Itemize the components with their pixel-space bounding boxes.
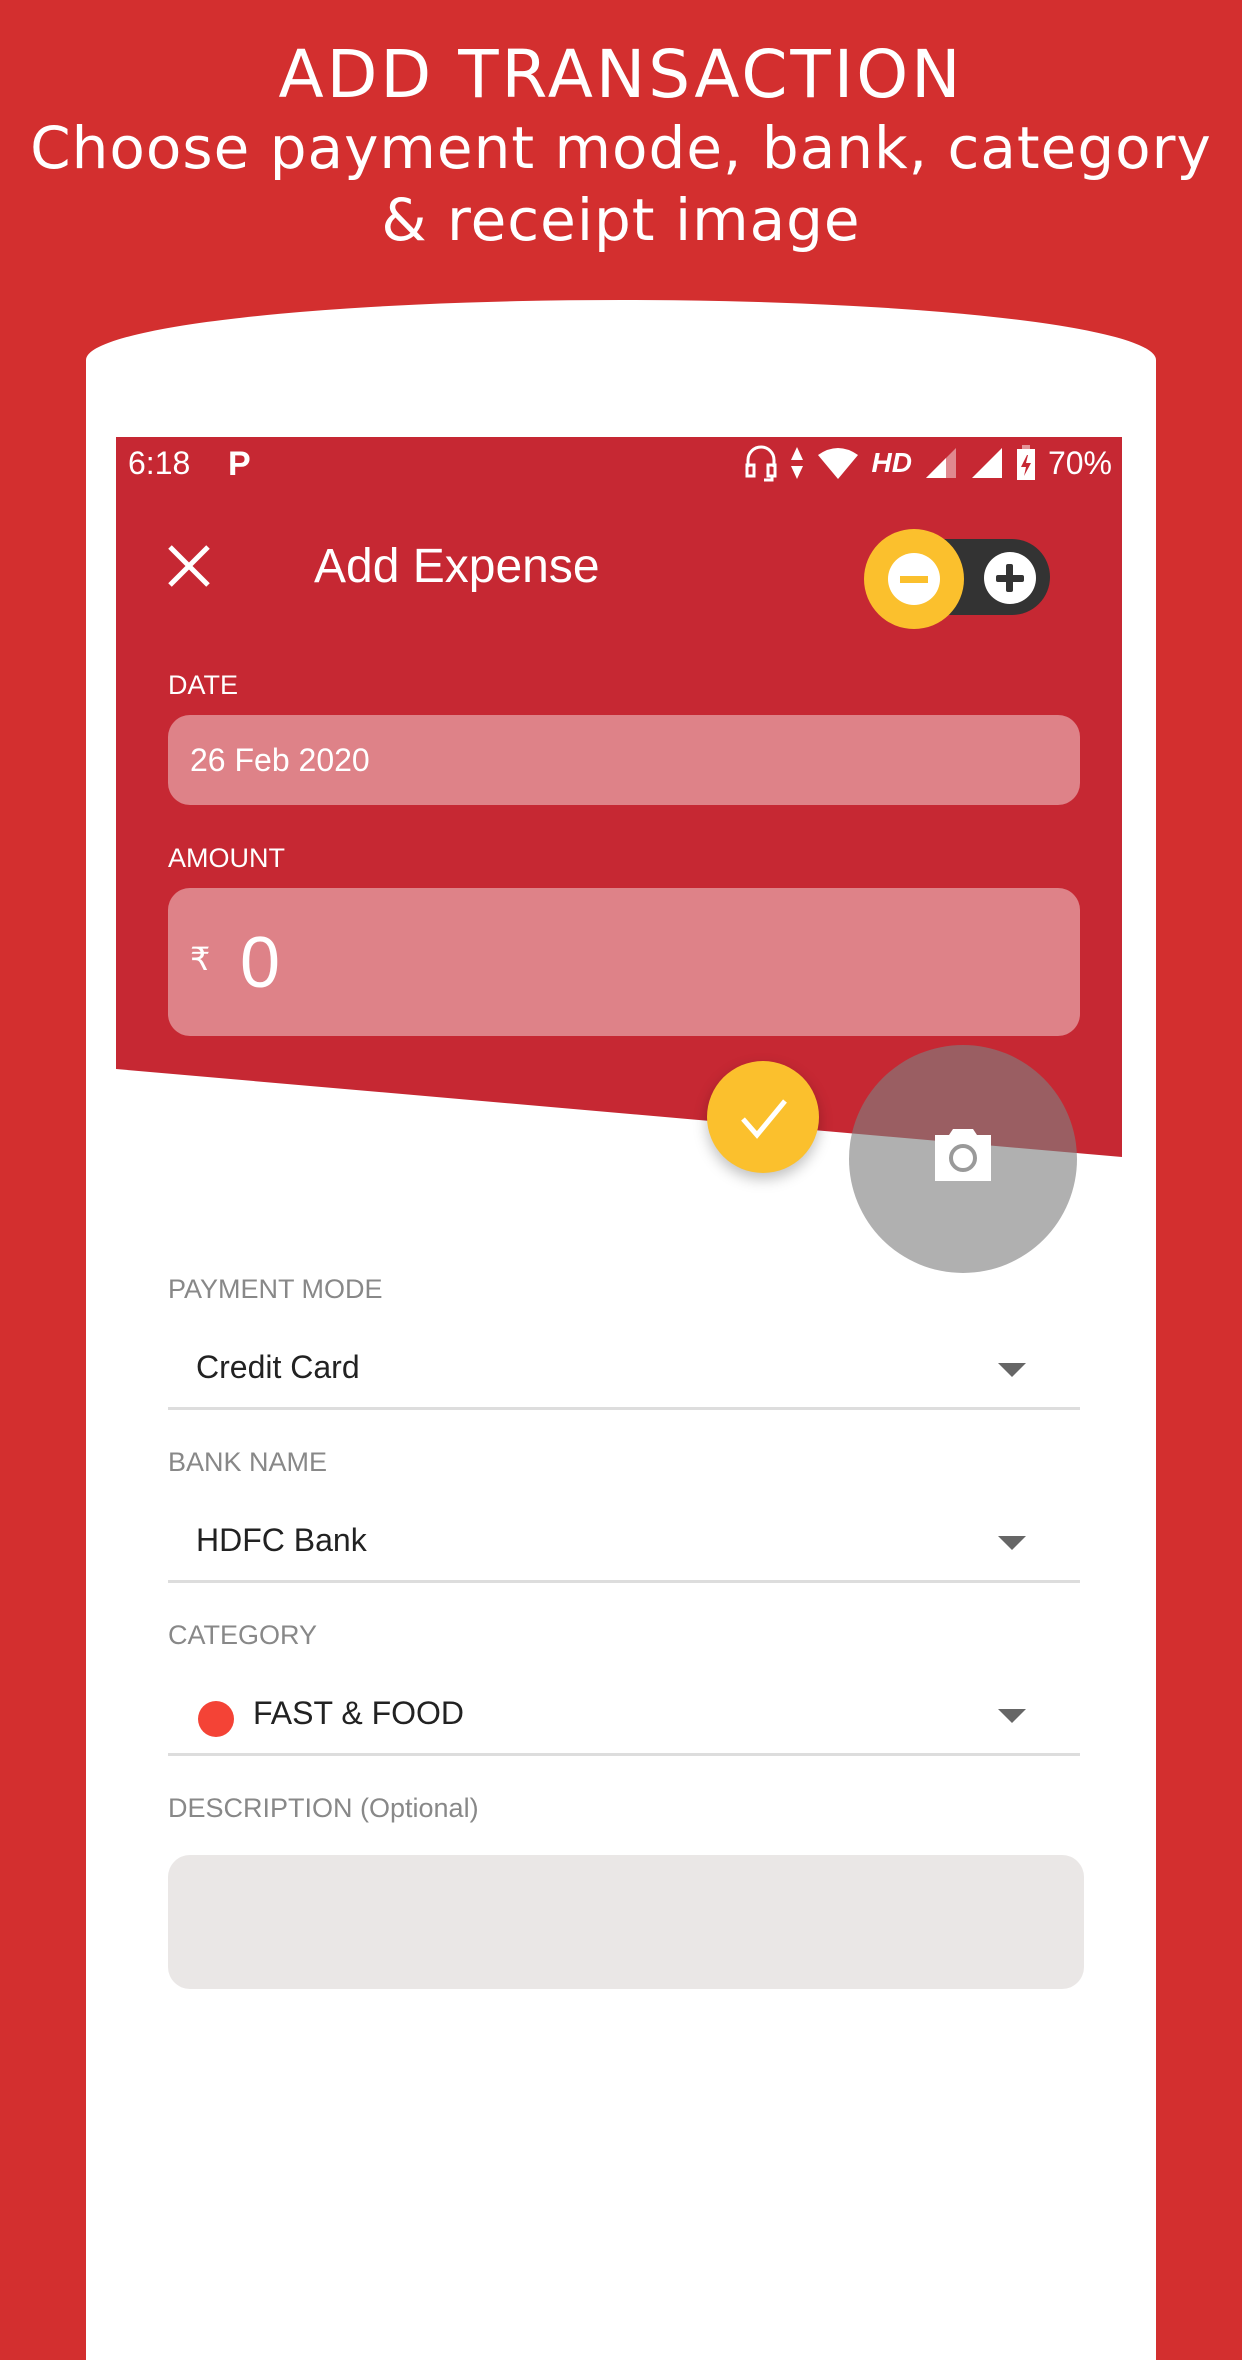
camera-icon [935,1129,991,1181]
payment-mode-label: PAYMENT MODE [168,1274,383,1304]
battery-percent: 70% [1047,444,1112,481]
page-title: Add Expense [314,540,600,593]
amount-label: AMOUNT [168,843,285,873]
payment-mode-value: Credit Card [196,1349,360,1385]
expense-minus-icon [888,553,940,605]
promo-subtitle-2: & receipt image [381,186,861,254]
receipt-camera-button[interactable] [849,1045,1077,1273]
category-value: FAST & FOOD [253,1695,464,1731]
income-plus-icon[interactable] [984,552,1036,604]
bank-name-dropdown[interactable]: HDFC Bank [168,1506,1080,1583]
battery-charging-icon [1016,445,1035,480]
date-label: DATE [168,670,239,700]
parking-app-icon: P [228,445,251,483]
promo-header: ADD TRANSACTION Choose payment mode, ban… [0,38,1242,256]
signal-icon [925,448,956,478]
description-label: DESCRIPTION (Optional) [168,1793,479,1823]
category-dropdown[interactable]: FAST & FOOD [168,1679,1080,1756]
bank-name-label: BANK NAME [168,1447,328,1477]
headset-icon [745,445,776,482]
data-arrows-icon [790,447,803,479]
payment-mode-dropdown[interactable]: Credit Card [168,1333,1080,1410]
status-time: 6:18 [128,445,191,481]
description-input[interactable] [168,1855,1084,1989]
chevron-down-icon [998,1363,1026,1377]
promo-title: ADD TRANSACTION [278,36,964,113]
date-field[interactable]: 26 Feb 2020 [168,715,1080,805]
category-label: CATEGORY [168,1620,318,1650]
wifi-icon [817,448,858,479]
bank-name-value: HDFC Bank [196,1522,367,1558]
toggle-knob[interactable] [864,529,964,629]
chevron-down-icon [998,1709,1026,1723]
hd-icon: HD [871,447,912,478]
check-icon [741,1099,787,1139]
promo-subtitle-1: Choose payment mode, bank, category [30,114,1212,182]
chevron-down-icon [998,1536,1026,1550]
status-bar: 6:18 P HD 70% [116,437,1122,491]
app-screen: 6:18 P HD 70% Add Expense DATE 26 Feb 20… [116,437,1122,2208]
category-color-dot [198,1701,234,1737]
amount-value: 0 [240,923,281,1003]
date-value: 26 Feb 2020 [190,742,370,778]
close-icon[interactable] [164,541,214,591]
expense-income-toggle[interactable] [864,529,1050,629]
rupee-icon: ₹ [190,941,211,977]
signal-icon [971,448,1002,478]
save-check-button[interactable] [707,1061,819,1173]
amount-input[interactable]: ₹ 0 [168,888,1080,1036]
